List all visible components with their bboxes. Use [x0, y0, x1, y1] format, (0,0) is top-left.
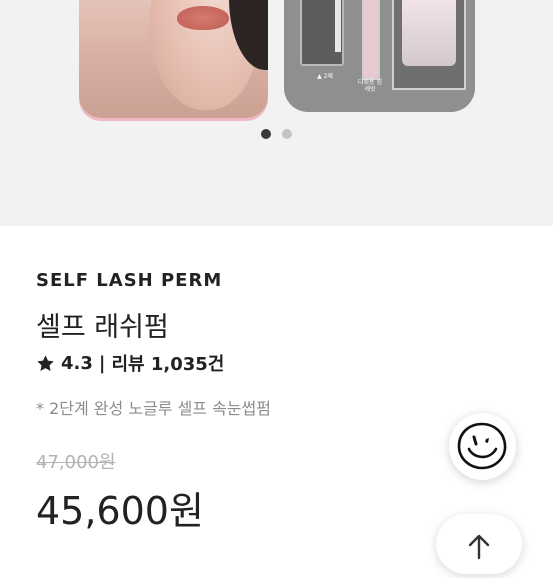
kit-pad	[402, 0, 456, 66]
rating-separator: |	[98, 352, 106, 374]
indicator-dot[interactable]	[282, 129, 292, 139]
rating-row[interactable]: 4.3 | 리뷰 1,035건	[36, 350, 224, 376]
arrow-up-icon	[468, 534, 490, 560]
lash-kit-image: ▲ 2제 다회용 섬세빗	[284, 0, 475, 112]
kit-label-comb: 다회용 섬세빗	[358, 79, 382, 93]
rating-value: 4.3	[61, 352, 93, 374]
kit-slot-left	[300, 0, 344, 66]
product-title: 셀프 래쉬펌	[36, 312, 169, 343]
brand-name: SELF LASH PERM	[36, 270, 223, 291]
kit-label-2: ▲ 2제	[317, 73, 333, 80]
kit-applicator	[335, 0, 341, 52]
kit-slot-middle	[362, 0, 380, 80]
scroll-top-button[interactable]	[436, 514, 522, 574]
lips-shape	[177, 6, 229, 30]
gallery-indicator	[261, 129, 292, 139]
indicator-dot-active[interactable]	[261, 129, 271, 139]
product-image-gallery[interactable]: ▲ 2제 다회용 섬세빗	[0, 0, 553, 226]
product-description: * 2단계 완성 노글루 셀프 속눈썹펌	[36, 399, 271, 418]
review-count[interactable]: 리뷰 1,035건	[111, 350, 224, 376]
star-icon	[37, 354, 54, 371]
model-face-image	[79, 0, 268, 118]
smiley-face-icon	[457, 422, 507, 470]
kit-slot-right	[392, 0, 466, 90]
sale-price: 45,600원	[36, 489, 204, 533]
chatbot-button[interactable]	[449, 413, 516, 480]
original-price: 47,000원	[36, 452, 116, 473]
